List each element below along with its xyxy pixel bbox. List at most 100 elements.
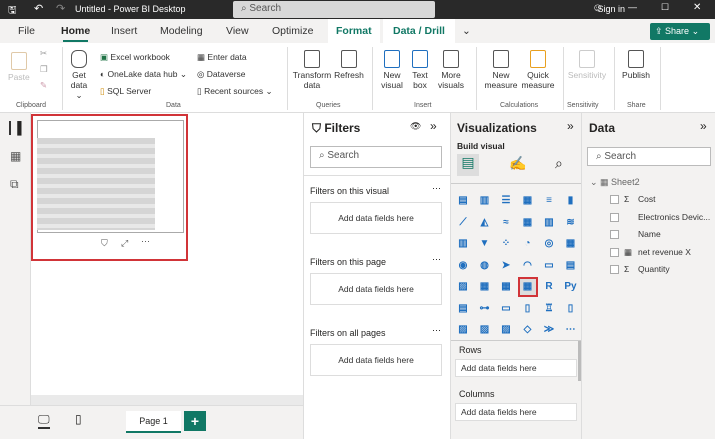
filter-icon[interactable]: ⛉ xyxy=(101,238,108,249)
eye-icon[interactable]: 👁 xyxy=(410,121,421,132)
table-visual[interactable]: ⛉ ⤢ ⋯ xyxy=(31,114,188,261)
visual-type-icon[interactable]: ▮ xyxy=(563,193,579,209)
filters-visual-dropzone[interactable]: Add data fields here xyxy=(310,202,442,234)
tab-optimize[interactable]: Optimize xyxy=(272,25,313,37)
visual-type-icon[interactable]: ▦ xyxy=(498,279,514,295)
field-checkbox[interactable] xyxy=(610,247,619,257)
visual-type-icon[interactable]: ▤ xyxy=(455,193,471,209)
visual-type-icon[interactable]: ▦ xyxy=(517,277,538,297)
field-checkbox[interactable] xyxy=(610,212,619,222)
redo-icon[interactable]: ↷ xyxy=(56,2,65,15)
maximize-button[interactable]: ☐ xyxy=(661,2,669,13)
more-options-icon[interactable]: ⋯ xyxy=(432,254,441,265)
save-icon[interactable]: 🖫 xyxy=(8,3,17,20)
visual-type-icon[interactable]: ▥ xyxy=(455,236,471,252)
excel-workbook-button[interactable]: ▣ Excel workbook xyxy=(100,52,170,62)
field-item[interactable]: Σ Cost xyxy=(610,194,655,205)
visual-type-icon[interactable]: ▭ xyxy=(541,258,557,274)
field-item[interactable]: Electronics Devic... xyxy=(610,212,710,222)
desktop-layout-icon[interactable]: 🖵 xyxy=(38,412,50,429)
data-search-input[interactable]: ⌕ Search xyxy=(587,147,711,166)
visual-type-icon[interactable]: ▦ xyxy=(477,279,493,295)
mobile-layout-icon[interactable]: ▯ xyxy=(75,412,82,426)
visual-type-icon[interactable]: ▤ xyxy=(563,258,579,274)
visual-type-icon[interactable]: ⟋ xyxy=(455,215,471,231)
visual-type-icon[interactable]: ◔ xyxy=(520,236,536,252)
collapse-viz-icon[interactable]: » xyxy=(567,119,574,133)
columns-dropzone[interactable]: Add data fields here xyxy=(455,403,577,421)
visual-type-icon[interactable]: ⊶ xyxy=(477,301,493,317)
more-options-icon[interactable]: ⋯ xyxy=(432,183,441,194)
collapse-filters-icon[interactable]: » xyxy=(430,119,437,133)
visual-type-icon[interactable]: ▨ xyxy=(498,322,514,338)
focus-mode-icon[interactable]: ⤢ xyxy=(121,238,128,249)
visual-type-icon[interactable]: ◍ xyxy=(477,258,493,274)
analytics-icon[interactable]: ⌕ xyxy=(555,155,563,172)
visual-type-icon[interactable]: ➤ xyxy=(498,258,514,274)
visual-type-icon[interactable]: ◎ xyxy=(541,236,557,252)
format-painter-icon[interactable]: ✎ xyxy=(40,80,47,90)
page-tab-1[interactable]: Page 1 xyxy=(126,411,181,433)
field-item[interactable]: Σ Quantity xyxy=(610,264,670,275)
share-button[interactable]: ⇪ Share ⌄ xyxy=(650,23,710,40)
visual-type-icon[interactable]: ▯ xyxy=(563,301,579,317)
minimize-button[interactable]: — xyxy=(628,2,637,12)
table-sheet2[interactable]: ⌄ ▦ Sheet2 xyxy=(590,177,640,188)
undo-icon[interactable]: ↶ xyxy=(34,2,43,15)
tab-view[interactable]: View xyxy=(226,25,249,37)
visual-type-icon[interactable]: ≈ xyxy=(498,215,514,231)
quick-measure-button[interactable]: Quick measure xyxy=(520,50,556,90)
sensitivity-button[interactable]: Sensitivity xyxy=(565,50,609,80)
visual-type-icon[interactable]: ▨ xyxy=(455,322,471,338)
refresh-button[interactable]: Refresh xyxy=(334,50,364,80)
sql-server-button[interactable]: ▯ SQL Server xyxy=(100,86,151,96)
tab-data-drill[interactable]: Data / Drill xyxy=(383,19,455,43)
visual-type-icon[interactable]: ▼ xyxy=(477,236,493,252)
tab-insert[interactable]: Insert xyxy=(111,25,137,37)
tab-home[interactable]: Home xyxy=(61,25,90,42)
filters-all-dropzone[interactable]: Add data fields here xyxy=(310,344,442,376)
visual-type-icon[interactable]: ▨ xyxy=(455,279,471,295)
visual-type-icon[interactable]: ▥ xyxy=(477,193,493,209)
recent-sources-button[interactable]: ▯ Recent sources ⌄ xyxy=(197,86,273,96)
field-item[interactable]: Name xyxy=(610,229,661,240)
visual-type-icon[interactable]: ▯ xyxy=(520,301,536,317)
close-button[interactable]: ✕ xyxy=(693,2,701,13)
filters-page-dropzone[interactable]: Add data fields here xyxy=(310,273,442,305)
field-checkbox[interactable] xyxy=(610,195,619,205)
model-view-icon[interactable]: ⧉ xyxy=(10,177,19,192)
cut-icon[interactable]: ✂ xyxy=(40,48,47,58)
visual-type-icon[interactable]: ▥ xyxy=(541,215,557,231)
visual-type-icon[interactable]: ◇ xyxy=(520,322,536,338)
visual-type-icon[interactable]: ▦ xyxy=(520,215,536,231)
new-measure-button[interactable]: New measure xyxy=(482,50,520,90)
field-item[interactable]: ▦ net revenue X xyxy=(610,247,691,258)
visual-type-icon[interactable]: ◭ xyxy=(477,215,493,231)
visual-type-icon[interactable]: ≫ xyxy=(541,322,557,338)
add-page-button[interactable]: + xyxy=(184,411,206,431)
visual-type-icon[interactable]: ⁘ xyxy=(498,236,514,252)
copy-icon[interactable]: ❐ xyxy=(40,64,48,74)
search-box[interactable]: ⌕ Search xyxy=(233,1,435,18)
tab-file[interactable]: File xyxy=(18,25,35,37)
transform-data-button[interactable]: Transform data xyxy=(292,50,332,90)
table-view-icon[interactable]: ▦ xyxy=(10,149,21,163)
visual-type-icon[interactable]: ▭ xyxy=(498,301,514,317)
rows-dropzone[interactable]: Add data fields here xyxy=(455,359,577,377)
visual-type-icon[interactable]: ⋯ xyxy=(563,322,579,338)
visual-type-icon[interactable]: ▤ xyxy=(455,301,471,317)
text-box-button[interactable]: Text box xyxy=(408,50,432,90)
more-options-icon[interactable]: ⋯ xyxy=(141,236,150,247)
format-visual-icon[interactable]: ✍ xyxy=(509,155,526,172)
visual-type-icon[interactable]: ≋ xyxy=(563,215,579,231)
new-visual-button[interactable]: New visual xyxy=(378,50,406,90)
filters-search-input[interactable]: ⌕ Search xyxy=(310,146,442,168)
report-view-icon[interactable]: ▐ xyxy=(9,121,22,135)
more-visuals-button[interactable]: More visuals xyxy=(434,50,468,90)
visual-type-icon[interactable]: ▨ xyxy=(477,322,493,338)
tab-modeling[interactable]: Modeling xyxy=(160,25,203,37)
field-checkbox[interactable] xyxy=(610,230,619,240)
chevron-down-icon[interactable]: ⌄ xyxy=(462,25,471,37)
enter-data-button[interactable]: ▦ Enter data xyxy=(197,52,247,62)
paste-button[interactable]: Paste xyxy=(8,52,30,82)
